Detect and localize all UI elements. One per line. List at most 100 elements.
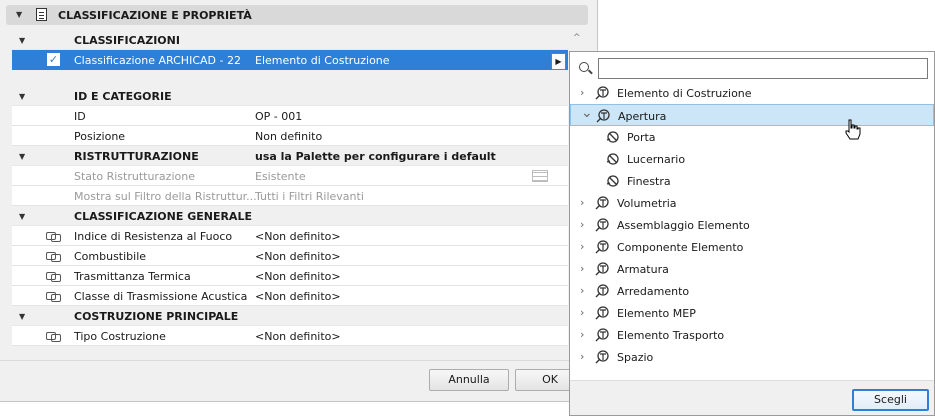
property-label: Combustibile: [74, 250, 147, 263]
property-row-disabled[interactable]: Stato Ristrutturazione Esistente: [12, 166, 568, 186]
tree-item[interactable]: › Componente Elemento: [570, 236, 934, 258]
tree-item[interactable]: › Assemblaggio Elemento: [570, 214, 934, 236]
class-leaf-icon: [606, 130, 621, 144]
chevron-right-icon[interactable]: ›: [580, 284, 590, 297]
tree-item-label: Lucernario: [627, 153, 686, 166]
cancel-button[interactable]: Annulla: [429, 369, 509, 391]
tree-item-label: Elemento Trasporto: [617, 329, 725, 342]
property-value[interactable]: OP - 001: [255, 110, 302, 123]
tree-item-label: Finestra: [627, 175, 671, 188]
tree-subitem[interactable]: Finestra: [570, 170, 934, 192]
property-value[interactable]: <Non definito>: [255, 230, 341, 243]
tree-item-label: Elemento di Costruzione: [617, 87, 752, 100]
chevron-right-icon[interactable]: ›: [580, 306, 590, 319]
chevron-right-icon[interactable]: ›: [580, 240, 590, 253]
tree-item[interactable]: ⌄ Apertura: [570, 104, 934, 126]
footer-divider: [0, 360, 597, 361]
classification-popup: › Elemento di Costruzione ⌄ Apertura Porta Lu…: [569, 51, 935, 416]
spacer-row: [12, 70, 568, 86]
checkbox[interactable]: ✓: [47, 53, 60, 66]
property-row[interactable]: Indice di Resistenza al Fuoco <Non defini…: [12, 226, 568, 246]
chevron-right-icon[interactable]: ›: [580, 350, 590, 363]
search-input[interactable]: [598, 58, 928, 79]
section-header[interactable]: ▼ CLASSIFICAZIONI: [12, 30, 568, 50]
document-icon: [36, 8, 47, 21]
class-icon: [595, 86, 610, 100]
tree-item[interactable]: › Elemento MEP: [570, 302, 934, 324]
property-row[interactable]: Classe di Trasmissione Acustica <Non defi…: [12, 286, 568, 306]
property-row[interactable]: Trasmittanza Termica <Non definito>: [12, 266, 568, 286]
property-value[interactable]: <Non definito>: [255, 290, 341, 303]
panel-header[interactable]: ▼ CLASSIFICAZIONE E PROPRIETÀ: [6, 5, 588, 25]
property-label: COSTRUZIONE PRINCIPALE: [74, 310, 239, 323]
tree-item[interactable]: › Armatura: [570, 258, 934, 280]
chevron-right-icon[interactable]: ›: [580, 86, 590, 99]
tree-subitem[interactable]: Lucernario: [570, 148, 934, 170]
selected-property-row[interactable]: ✓ Classificazione ARCHICAD - 22 Elemento d…: [12, 50, 568, 70]
property-row[interactable]: Tipo Costruzione <Non definito>: [12, 326, 568, 346]
section-header[interactable]: ▼ COSTRUZIONE PRINCIPALE: [12, 306, 568, 326]
chevron-right-icon[interactable]: ›: [580, 196, 590, 209]
section-header[interactable]: ▼ RISTRUTTURAZIONE usa la Palette per conf…: [12, 146, 568, 166]
property-label: CLASSIFICAZIONI: [74, 34, 180, 47]
section-header[interactable]: ▼ CLASSIFICAZIONE GENERALE: [12, 206, 568, 226]
property-row[interactable]: ID OP - 001: [12, 106, 568, 126]
renovation-palette-icon[interactable]: [532, 170, 548, 182]
tree-item[interactable]: › Volumetria: [570, 192, 934, 214]
scroll-up-icon[interactable]: ^: [573, 33, 581, 43]
property-value[interactable]: Non definito: [255, 130, 322, 143]
tree-item[interactable]: › Spazio: [570, 346, 934, 368]
class-icon: [595, 306, 610, 320]
property-value[interactable]: <Non definito>: [255, 330, 341, 343]
tree-item-label: Volumetria: [617, 197, 677, 210]
property-value[interactable]: <Non definito>: [255, 270, 341, 283]
properties-dialog: ▼ CLASSIFICAZIONE E PROPRIETÀ ^ ▼ CLASSIF…: [0, 0, 598, 402]
tree-item-label: Apertura: [618, 110, 667, 123]
collapse-triangle-icon[interactable]: ▼: [19, 212, 25, 221]
chevron-right-icon[interactable]: ›: [580, 328, 590, 341]
popup-footer: Scegli: [570, 380, 934, 415]
property-label: Classe di Trasmissione Acustica: [74, 290, 248, 303]
property-label: ID E CATEGORIE: [74, 90, 172, 103]
chevron-right-icon[interactable]: ›: [580, 262, 590, 275]
class-icon: [595, 196, 610, 210]
property-value[interactable]: Esistente: [255, 170, 306, 183]
chevron-right-icon[interactable]: ›: [580, 218, 590, 231]
collapse-triangle-icon[interactable]: ▼: [16, 10, 22, 19]
open-popup-arrow-button[interactable]: ▶: [551, 53, 566, 70]
tree-item[interactable]: › Elemento di Costruzione: [570, 82, 934, 104]
class-icon: [595, 284, 610, 298]
collapse-triangle-icon[interactable]: ▼: [19, 36, 25, 45]
property-row[interactable]: Combustibile <Non definito>: [12, 246, 568, 266]
class-icon: [596, 109, 611, 123]
property-value[interactable]: Elemento di Costruzione: [255, 54, 390, 67]
property-value[interactable]: <Non definito>: [255, 250, 341, 263]
properties-table: ▼ CLASSIFICAZIONI ✓ Classificazione ARCHICA…: [12, 30, 568, 346]
link-icon: [46, 252, 61, 262]
link-icon: [46, 332, 61, 342]
link-icon: [46, 232, 61, 242]
tree-item-label: Spazio: [617, 351, 654, 364]
search-icon: [579, 62, 589, 72]
pick-button[interactable]: Scegli: [852, 389, 929, 411]
property-label: Tipo Costruzione: [74, 330, 166, 343]
property-label: Mostra sul Filtro della Ristruttur...: [74, 190, 257, 203]
section-header[interactable]: ▼ ID E CATEGORIE: [12, 86, 568, 106]
classification-tree: › Elemento di Costruzione ⌄ Apertura Porta Lu…: [570, 82, 934, 368]
tree-subitem[interactable]: Porta: [570, 126, 934, 148]
hand-cursor-icon: [845, 119, 861, 140]
collapse-triangle-icon[interactable]: ▼: [19, 312, 25, 321]
tree-item[interactable]: › Elemento Trasporto: [570, 324, 934, 346]
chevron-down-icon[interactable]: ⌄: [581, 105, 593, 121]
property-value: usa la Palette per configurare i default: [255, 150, 496, 163]
collapse-triangle-icon[interactable]: ▼: [19, 152, 25, 161]
tree-item[interactable]: › Arredamento: [570, 280, 934, 302]
class-icon: [595, 218, 610, 232]
property-row[interactable]: Posizione Non definito: [12, 126, 568, 146]
collapse-triangle-icon[interactable]: ▼: [19, 92, 25, 101]
property-value[interactable]: Tutti i Filtri Rilevanti: [255, 190, 364, 203]
property-row-disabled[interactable]: Mostra sul Filtro della Ristruttur... Tut…: [12, 186, 568, 206]
tree-item-label: Assemblaggio Elemento: [617, 219, 750, 232]
class-icon: [595, 350, 610, 364]
tree-item-label: Arredamento: [617, 285, 690, 298]
